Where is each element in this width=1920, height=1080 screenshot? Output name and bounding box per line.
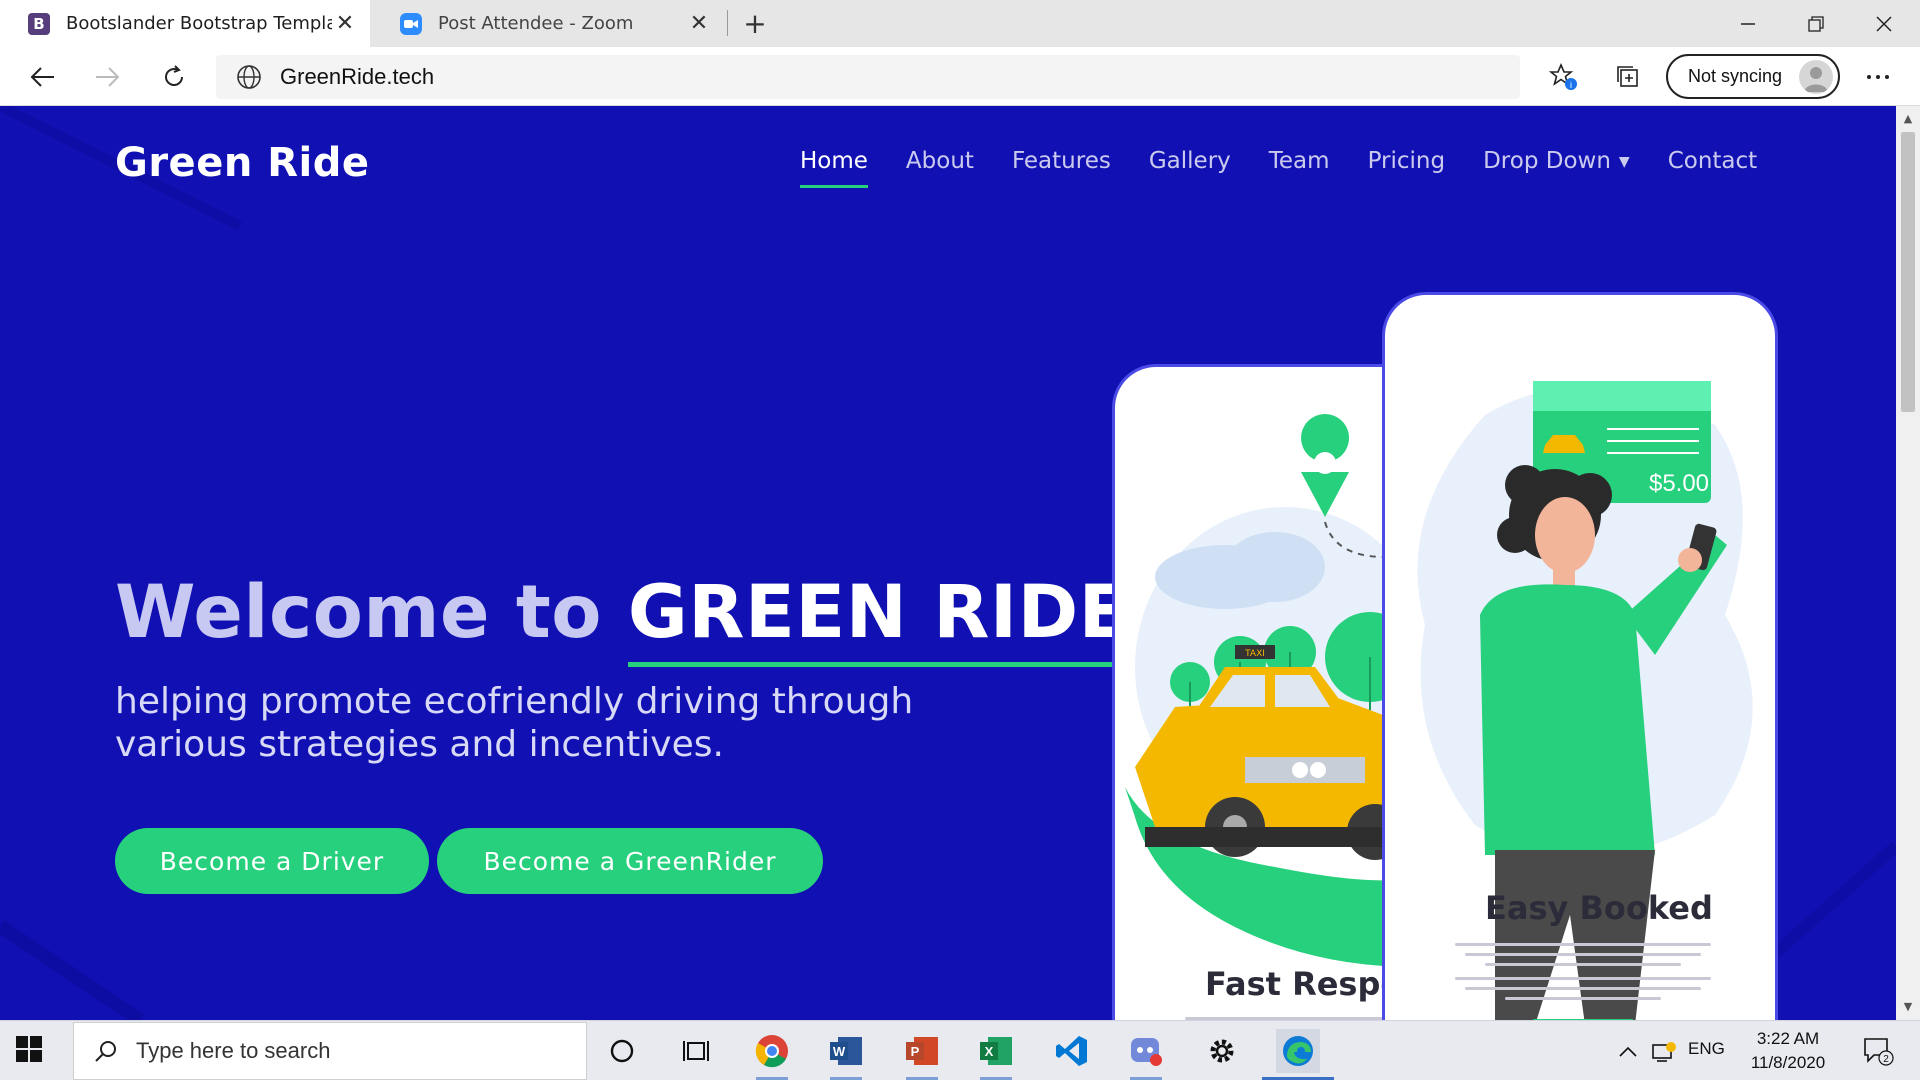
browser-tab-bar: B Bootslander Bootstrap Template ✕ Post … bbox=[0, 0, 1920, 47]
tab-zoom[interactable]: Post Attendee - Zoom ✕ bbox=[372, 0, 724, 47]
svg-text:P: P bbox=[911, 1044, 920, 1059]
nav-home[interactable]: Home bbox=[800, 148, 868, 188]
become-greenrider-button[interactable]: Become a GreenRider bbox=[437, 828, 823, 894]
windows-taskbar: Type here to search W P X ENG 3:22 AM 11… bbox=[0, 1020, 1920, 1080]
favorites-icon[interactable]: i bbox=[1544, 57, 1584, 97]
tab-divider bbox=[727, 10, 728, 36]
word-icon[interactable]: W bbox=[824, 1029, 868, 1073]
site-logo[interactable]: Green Ride bbox=[115, 140, 370, 186]
address-field[interactable]: GreenRide.tech bbox=[216, 55, 1520, 99]
tab-title: Post Attendee - Zoom bbox=[438, 13, 634, 34]
url-text: GreenRide.tech bbox=[280, 64, 435, 89]
close-window-icon[interactable] bbox=[1850, 0, 1918, 47]
lorem-line bbox=[1485, 963, 1681, 966]
nav-contact[interactable]: Contact bbox=[1668, 148, 1757, 174]
browser-toolbar: GreenRide.tech i Not syncing bbox=[0, 47, 1920, 106]
nav-drop-down[interactable]: Drop Down ▼ bbox=[1483, 148, 1630, 174]
main-navigation: Home About Features Gallery Team Pricing… bbox=[800, 148, 1795, 188]
close-tab-icon[interactable]: ✕ bbox=[686, 11, 712, 36]
refresh-icon[interactable] bbox=[154, 57, 194, 97]
bootstrap-icon: B bbox=[28, 12, 50, 35]
taxi-sign: TAXI bbox=[1244, 649, 1265, 659]
cortana-icon[interactable] bbox=[600, 1029, 644, 1073]
lorem-line bbox=[1465, 987, 1701, 990]
notification-count: 2 bbox=[1883, 1054, 1889, 1065]
become-driver-button[interactable]: Become a Driver bbox=[115, 828, 429, 894]
scroll-up-icon[interactable]: ▲ bbox=[1900, 112, 1916, 125]
clock-date: 11/8/2020 bbox=[1750, 1053, 1826, 1072]
hero-subtitle: helping promote ecofriendly driving thro… bbox=[115, 681, 914, 765]
nav-about[interactable]: About bbox=[906, 148, 974, 174]
lorem-line bbox=[1465, 953, 1701, 956]
collections-icon[interactable] bbox=[1608, 57, 1648, 97]
svg-text:i: i bbox=[1570, 80, 1572, 90]
taxi-illustration: TAXI bbox=[1125, 414, 1409, 967]
svg-text:W: W bbox=[833, 1044, 846, 1059]
search-icon bbox=[95, 1041, 116, 1062]
scroll-thumb[interactable] bbox=[1901, 132, 1915, 412]
lorem-line bbox=[1505, 997, 1661, 1000]
tab-bootslander[interactable]: B Bootslander Bootstrap Template ✕ bbox=[0, 0, 370, 47]
nav-team[interactable]: Team bbox=[1269, 148, 1330, 174]
web-page: Green Ride Home About Features Gallery T… bbox=[0, 106, 1896, 1020]
taskbar-search-input[interactable]: Type here to search bbox=[73, 1022, 587, 1080]
nav-drop-down-label: Drop Down bbox=[1483, 148, 1611, 174]
chevron-down-icon: ▼ bbox=[1618, 153, 1630, 170]
nav-features[interactable]: Features bbox=[1012, 148, 1111, 174]
new-tab-icon[interactable]: + bbox=[738, 6, 772, 40]
page-scrollbar[interactable]: ▲ ▼ bbox=[1896, 106, 1920, 1020]
hero-title: Welcome to GREEN RIDE bbox=[115, 570, 1130, 667]
lorem-line bbox=[1455, 977, 1711, 980]
sync-label: Not syncing bbox=[1688, 66, 1783, 86]
search-placeholder: Type here to search bbox=[136, 1038, 331, 1063]
restore-icon[interactable] bbox=[1782, 0, 1850, 47]
svg-text:X: X bbox=[985, 1044, 994, 1059]
windows-start-icon[interactable] bbox=[16, 1036, 46, 1066]
language-indicator[interactable]: ENG bbox=[1688, 1039, 1725, 1059]
forward-icon[interactable] bbox=[88, 57, 128, 97]
network-icon[interactable] bbox=[1642, 1029, 1686, 1073]
vscode-icon[interactable] bbox=[1050, 1029, 1094, 1073]
avatar-icon bbox=[1799, 59, 1833, 94]
notifications-icon[interactable]: 2 bbox=[1856, 1029, 1900, 1073]
zoom-icon bbox=[400, 12, 422, 35]
chrome-icon[interactable] bbox=[750, 1029, 794, 1073]
globe-icon bbox=[237, 65, 261, 89]
profile-sync-button[interactable]: Not syncing bbox=[1666, 54, 1840, 99]
tab-title: Bootslander Bootstrap Template bbox=[66, 13, 332, 34]
hero-title-highlight: GREEN RIDE bbox=[627, 570, 1130, 667]
scroll-down-icon[interactable]: ▼ bbox=[1900, 1000, 1916, 1013]
excel-icon[interactable]: X bbox=[974, 1029, 1018, 1073]
hero-title-prefix: Welcome to bbox=[115, 570, 628, 655]
back-icon[interactable] bbox=[22, 57, 62, 97]
phone-mockup-easy-booked: $5.00 Easy Booked bbox=[1382, 292, 1778, 1020]
phone-title-fast-response: Fast Respon bbox=[1205, 965, 1412, 1003]
phone-title-easy-booked: Easy Booked bbox=[1485, 889, 1713, 927]
price-label: $5.00 bbox=[1649, 470, 1709, 497]
settings-icon[interactable] bbox=[1200, 1029, 1244, 1073]
phone-mockup-fast-response: TAXI Fast Respon bbox=[1112, 364, 1412, 1020]
close-tab-icon[interactable]: ✕ bbox=[332, 11, 358, 36]
minimize-icon[interactable] bbox=[1714, 0, 1782, 47]
clock[interactable]: 3:22 AM 11/8/2020 bbox=[1738, 1027, 1838, 1075]
edge-icon[interactable] bbox=[1276, 1029, 1320, 1073]
nav-pricing[interactable]: Pricing bbox=[1368, 148, 1446, 174]
task-view-icon[interactable] bbox=[674, 1029, 718, 1073]
nav-gallery[interactable]: Gallery bbox=[1149, 148, 1231, 174]
discord-icon[interactable] bbox=[1124, 1029, 1168, 1073]
lorem-line bbox=[1455, 943, 1711, 946]
more-options-icon[interactable] bbox=[1858, 57, 1898, 97]
clock-time: 3:22 AM bbox=[1756, 1029, 1820, 1048]
powerpoint-icon[interactable]: P bbox=[900, 1029, 944, 1073]
